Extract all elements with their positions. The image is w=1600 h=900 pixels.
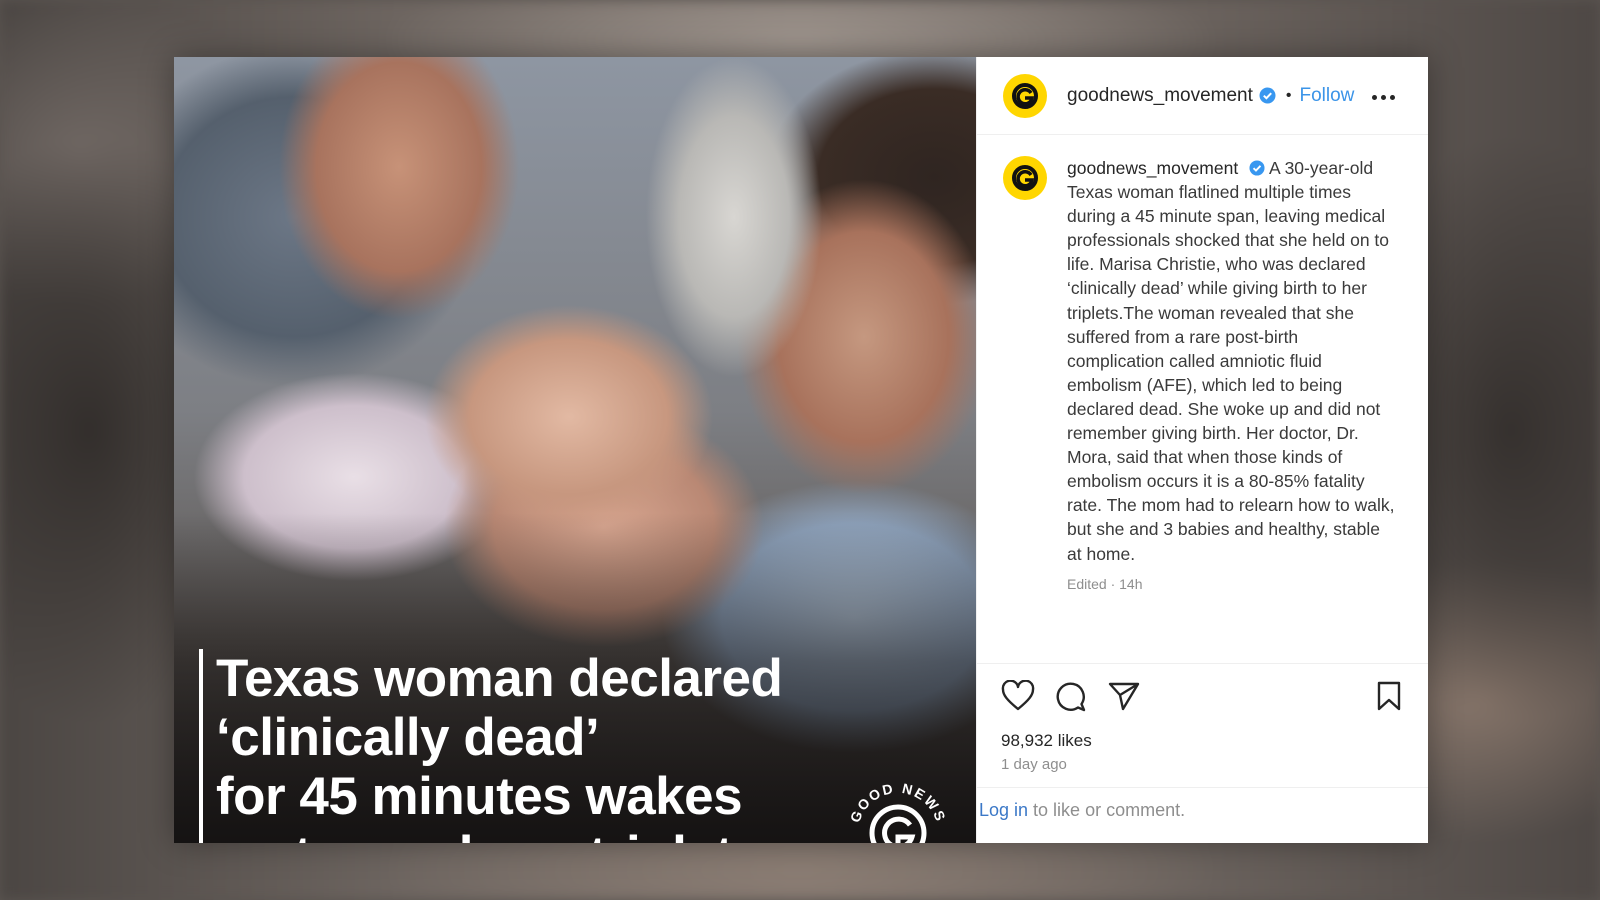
action-bar bbox=[977, 663, 1428, 733]
caption-text: goodnews_movement A 30-year-old Texas wo… bbox=[1067, 156, 1399, 566]
likes-count[interactable]: 98,932 likes bbox=[1001, 731, 1092, 751]
post-time[interactable]: 1 day ago bbox=[1001, 756, 1067, 773]
caption-username[interactable]: goodnews_movement bbox=[1067, 158, 1238, 178]
heart-icon[interactable] bbox=[1001, 680, 1035, 712]
good-news-movement-watermark-logo: GOOD NEWS MOVEMENT bbox=[847, 780, 947, 843]
comment-icon[interactable] bbox=[1053, 680, 1087, 712]
login-link[interactable]: Log in bbox=[979, 800, 1028, 820]
instagram-post-card: Texas woman declared ‘clinically dead’ f… bbox=[174, 57, 1428, 843]
verified-badge-icon bbox=[1249, 160, 1265, 176]
headline-accent-bar bbox=[199, 649, 203, 843]
post-caption-block: goodnews_movement A 30-year-old Texas wo… bbox=[1003, 156, 1413, 592]
more-options-icon[interactable] bbox=[1372, 87, 1400, 101]
headline-line-4: up to newborn triplets bbox=[216, 826, 856, 843]
headline-line-1: Texas woman declared bbox=[216, 649, 783, 708]
header-separator: • bbox=[1285, 86, 1292, 104]
post-headline: Texas woman declared ‘clinically dead’ f… bbox=[216, 649, 856, 843]
bookmark-icon[interactable] bbox=[1375, 680, 1403, 712]
login-prompt-text: to like or comment. bbox=[1028, 800, 1186, 820]
post-sidebar: goodnews_movement • Follow goodnews_move… bbox=[976, 57, 1428, 843]
gn-logo-icon bbox=[1012, 82, 1038, 109]
login-prompt: Log in to like or comment. bbox=[977, 787, 1428, 843]
caption-avatar[interactable] bbox=[1003, 156, 1047, 200]
edited-timestamp: Edited · 14h bbox=[1067, 575, 1143, 592]
account-avatar[interactable] bbox=[1003, 73, 1047, 118]
verified-badge-icon bbox=[1259, 87, 1276, 104]
post-image[interactable]: Texas woman declared ‘clinically dead’ f… bbox=[174, 57, 976, 843]
caption-body: A 30-year-old Texas woman flatlined mult… bbox=[1067, 158, 1395, 564]
post-header: goodnews_movement • Follow bbox=[977, 57, 1428, 135]
follow-button[interactable]: Follow bbox=[1300, 85, 1355, 107]
share-icon[interactable] bbox=[1107, 680, 1141, 712]
gn-logo-icon bbox=[1012, 165, 1038, 191]
header-username[interactable]: goodnews_movement bbox=[1067, 85, 1253, 107]
headline-line-3: for 45 minutes wakes bbox=[216, 767, 743, 826]
headline-line-2: ‘clinically dead’ bbox=[216, 708, 600, 767]
